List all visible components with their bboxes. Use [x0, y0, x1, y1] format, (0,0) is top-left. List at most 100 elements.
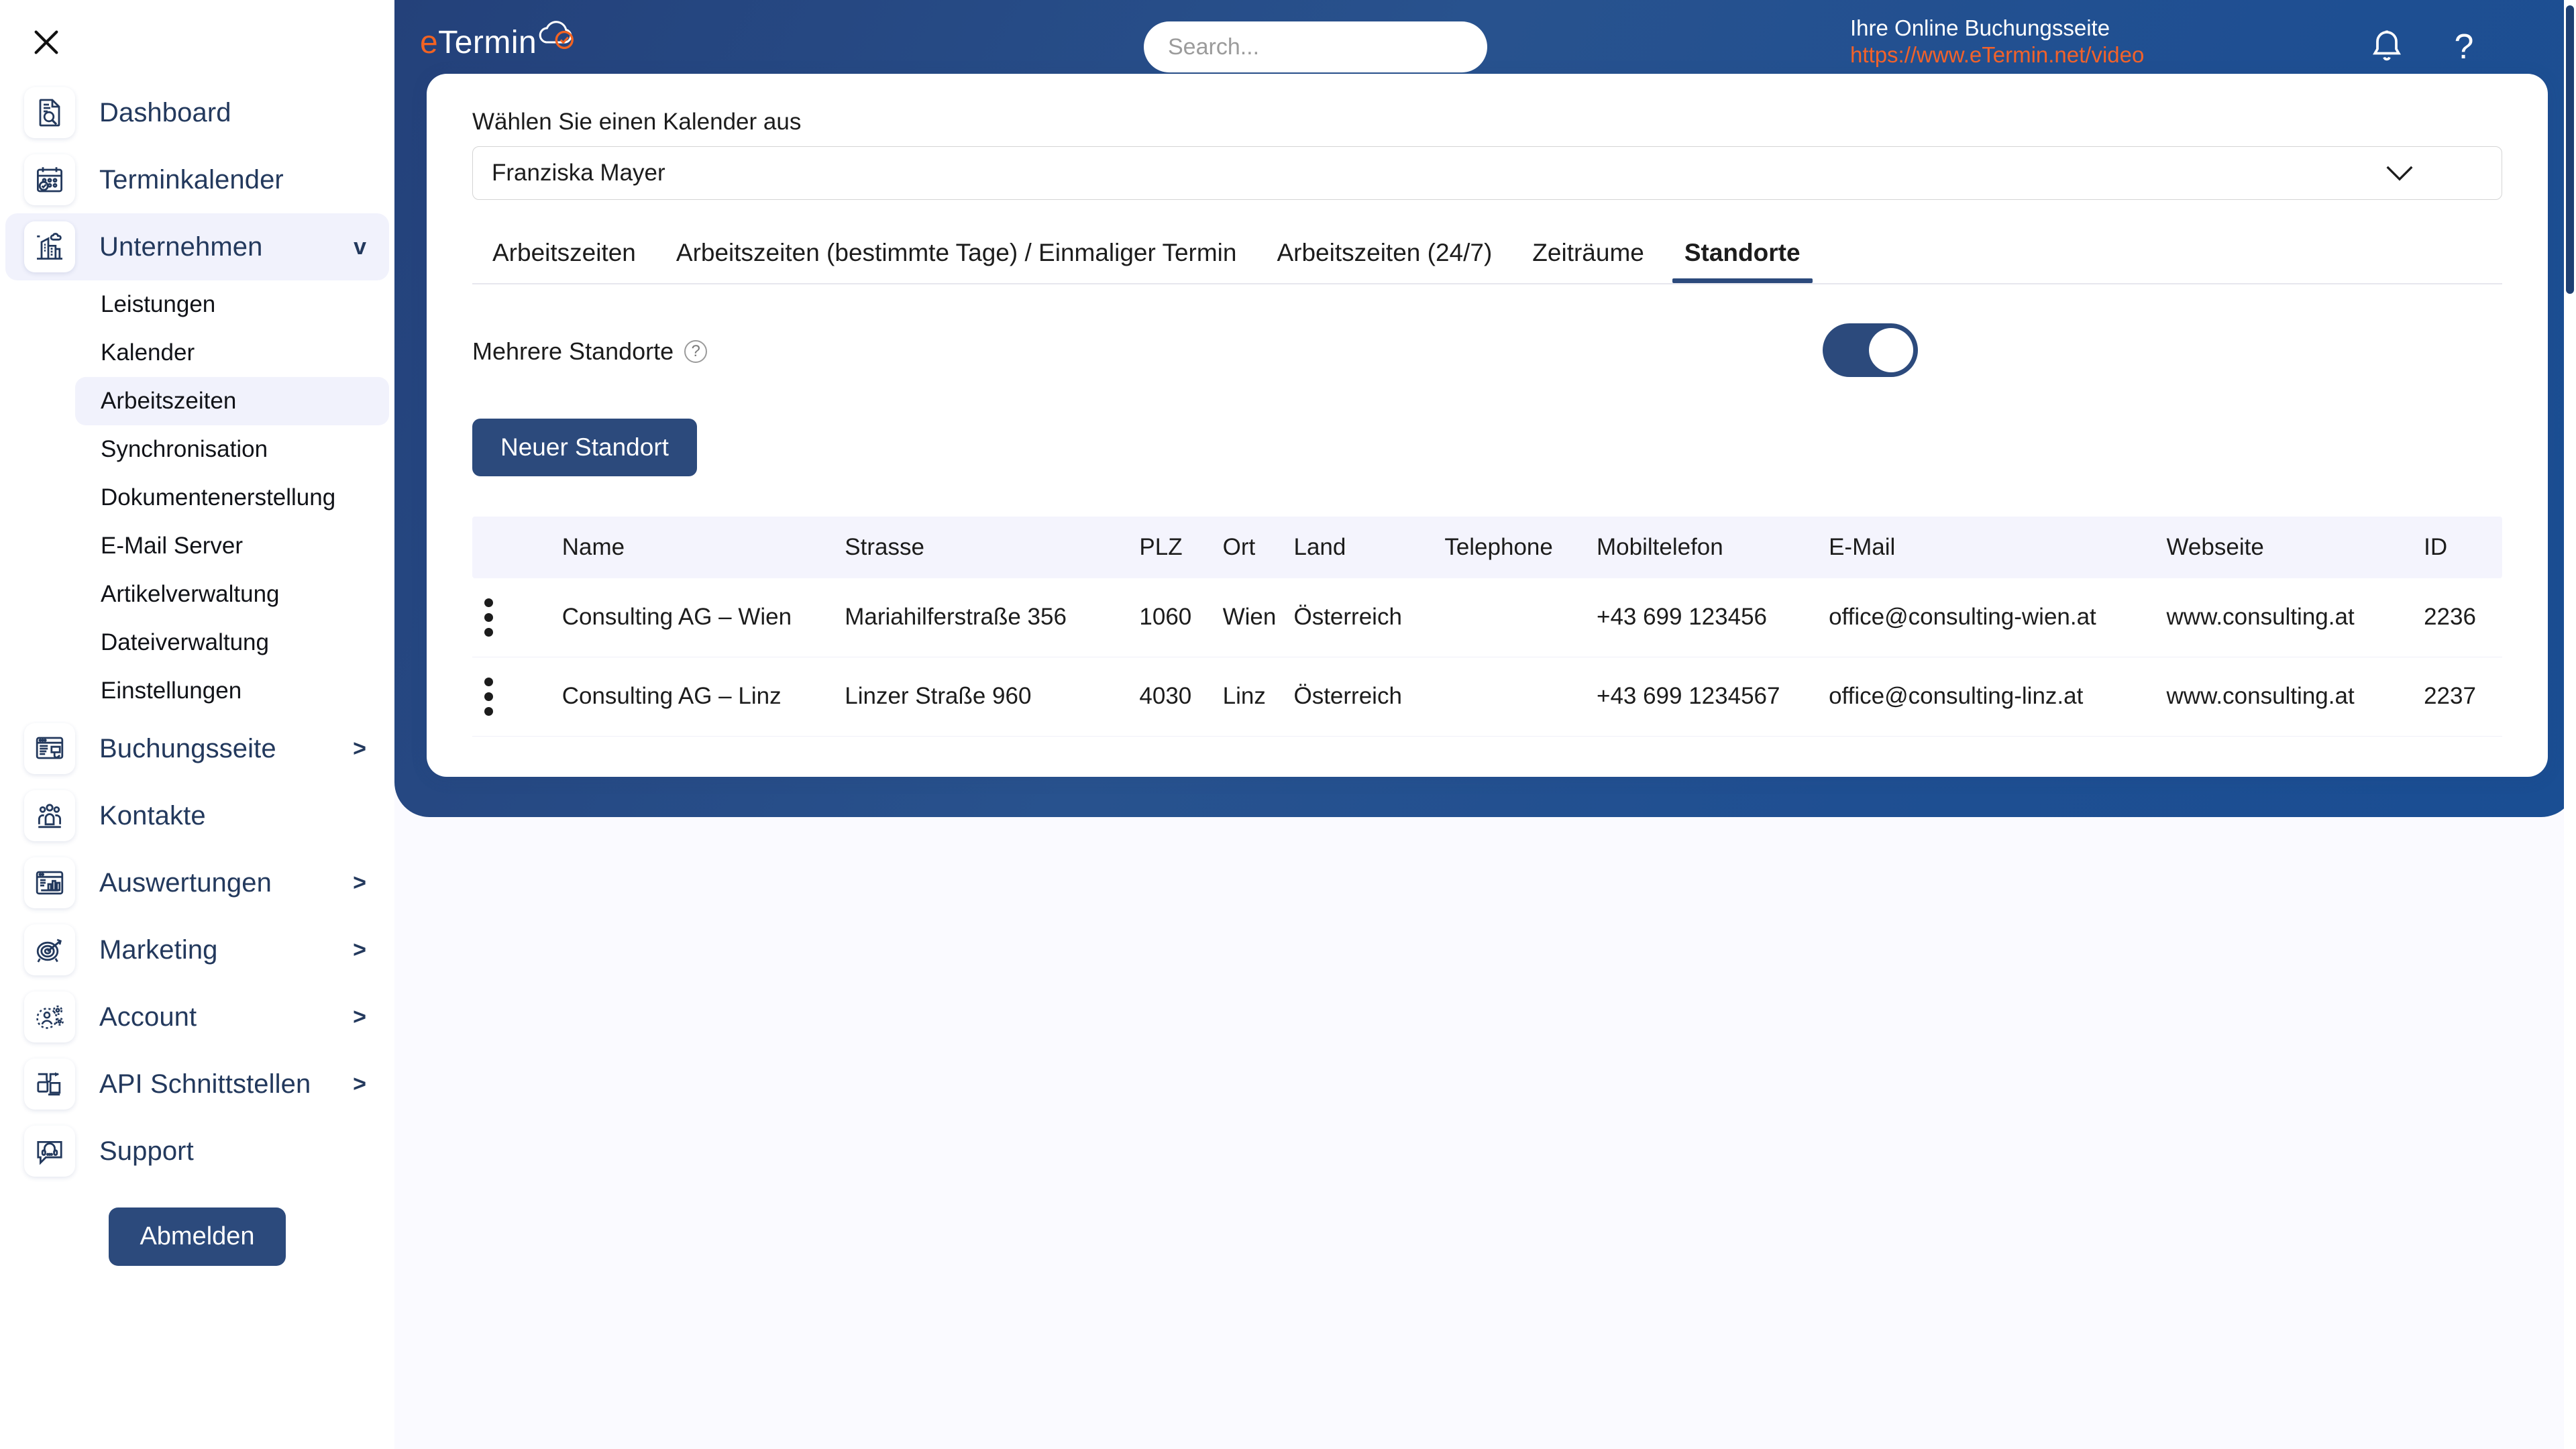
vertical-scrollbar[interactable]: [2564, 0, 2576, 1449]
scrollbar-thumb[interactable]: [2566, 5, 2574, 294]
sidebar-item-terminkalender[interactable]: Terminkalender: [5, 146, 389, 213]
sidebar-subitem-synchronisation[interactable]: Synchronisation: [75, 425, 389, 474]
sidebar-subitem-label: Einstellungen: [101, 678, 242, 704]
table-header-row: Name Strasse PLZ Ort Land Telephone Mobi…: [472, 516, 2502, 578]
kebab-menu-icon[interactable]: [484, 598, 494, 637]
calendar-select[interactable]: Franziska Mayer: [472, 146, 2502, 200]
help-glyph: ?: [2454, 28, 2474, 66]
analytics-chart-icon: [24, 857, 75, 908]
sidebar-subitem-label: E-Mail Server: [101, 533, 243, 559]
col-header-email[interactable]: E-Mail: [1829, 516, 2167, 578]
search-input[interactable]: [1144, 21, 1487, 72]
sidebar: Dashboard Terminkalender Unternehmen v L…: [0, 0, 394, 1449]
chevron-right-icon: >: [353, 1004, 366, 1030]
cell-email: office@consulting-linz.at: [1829, 657, 2167, 737]
close-x-icon[interactable]: [20, 16, 72, 68]
cell-telephone: [1444, 578, 1597, 657]
cell-strasse: Mariahilferstraße 356: [845, 578, 1140, 657]
multi-location-label-group: Mehrere Standorte ?: [472, 337, 708, 366]
sidebar-item-unternehmen[interactable]: Unternehmen v: [5, 213, 389, 280]
tab-bar-divider: [472, 283, 2502, 284]
tab-arbeitszeiten-24-7[interactable]: Arbeitszeiten (24/7): [1256, 239, 1512, 283]
sidebar-subitem-label: Artikelverwaltung: [101, 581, 280, 607]
cell-id: 2236: [2424, 578, 2502, 657]
booking-page-title: Ihre Online Buchungsseite: [1850, 15, 2110, 40]
col-header-telephone[interactable]: Telephone: [1444, 516, 1597, 578]
sidebar-item-label: Account: [99, 1002, 197, 1032]
sidebar-subitem-label: Leistungen: [101, 291, 216, 317]
table-body: Consulting AG – Wien Mariahilferstraße 3…: [472, 578, 2502, 737]
col-header-land[interactable]: Land: [1293, 516, 1445, 578]
notification-bell-icon[interactable]: [2367, 25, 2407, 68]
sidebar-item-label: Auswertungen: [99, 867, 272, 898]
brand-logo[interactable]: eTermin: [420, 15, 588, 71]
tab-bar: Arbeitszeiten Arbeitszeiten (bestimmte T…: [472, 239, 2502, 283]
cell-mobiltelefon: +43 699 123456: [1597, 578, 1829, 657]
chevron-right-icon: >: [353, 1071, 366, 1097]
sidebar-item-dashboard[interactable]: Dashboard: [5, 79, 389, 146]
col-header-mobiltelefon[interactable]: Mobiltelefon: [1597, 516, 1829, 578]
chevron-right-icon: >: [353, 870, 366, 896]
sidebar-item-label: Dashboard: [99, 97, 231, 127]
tab-standorte[interactable]: Standorte: [1664, 239, 1821, 283]
sidebar-subitem-arbeitszeiten[interactable]: Arbeitszeiten: [75, 377, 389, 425]
sidebar-item-api-schnittstellen[interactable]: API Schnittstellen >: [5, 1051, 389, 1118]
new-location-button[interactable]: Neuer Standort: [472, 418, 697, 476]
col-header-strasse[interactable]: Strasse: [845, 516, 1140, 578]
chevron-right-icon: >: [353, 736, 366, 761]
sidebar-subitem-label: Dokumentenerstellung: [101, 484, 336, 511]
table-row[interactable]: Consulting AG – Wien Mariahilferstraße 3…: [472, 578, 2502, 657]
question-mark-icon[interactable]: ?: [2444, 25, 2484, 68]
sidebar-item-account[interactable]: Account >: [5, 983, 389, 1051]
sidebar-subitem-einstellungen[interactable]: Einstellungen: [75, 667, 389, 715]
cell-email: office@consulting-wien.at: [1829, 578, 2167, 657]
sidebar-subitem-dokumentenerstellung[interactable]: Dokumentenerstellung: [75, 474, 389, 522]
sidebar-item-auswertungen[interactable]: Auswertungen >: [5, 849, 389, 916]
col-header-ort[interactable]: Ort: [1222, 516, 1294, 578]
sidebar-item-buchungsseite[interactable]: Buchungsseite >: [5, 715, 389, 782]
main-region: eTermin Ihre Online Buchungsseite https:…: [394, 0, 2576, 1449]
tab-arbeitszeiten-bestimmte-tage[interactable]: Arbeitszeiten (bestimmte Tage) / Einmali…: [656, 239, 1257, 283]
sidebar-item-support[interactable]: Support: [5, 1118, 389, 1185]
booking-page-url[interactable]: https://www.eTermin.net/video: [1850, 42, 2144, 68]
brand-prefix: e: [420, 25, 439, 60]
col-header-plz[interactable]: PLZ: [1139, 516, 1223, 578]
sidebar-item-kontakte[interactable]: Kontakte: [5, 782, 389, 849]
cell-telephone: [1444, 657, 1597, 737]
col-header-name[interactable]: Name: [561, 516, 845, 578]
sidebar-nav: Dashboard Terminkalender Unternehmen v L…: [0, 79, 394, 1185]
sidebar-subitem-kalender[interactable]: Kalender: [75, 329, 389, 377]
sidebar-item-marketing[interactable]: Marketing >: [5, 916, 389, 983]
chevron-down-icon: v: [354, 234, 366, 260]
logout-button[interactable]: Abmelden: [109, 1208, 286, 1266]
sidebar-subitem-artikelverwaltung[interactable]: Artikelverwaltung: [75, 570, 389, 619]
tab-arbeitszeiten[interactable]: Arbeitszeiten: [472, 239, 656, 283]
sidebar-subitem-email-server[interactable]: E-Mail Server: [75, 522, 389, 570]
target-dart-icon: [24, 924, 75, 975]
help-circle-icon[interactable]: ?: [684, 339, 708, 363]
company-building-icon: [24, 221, 75, 272]
sidebar-subitem-label: Synchronisation: [101, 436, 268, 462]
kebab-menu-icon[interactable]: [484, 677, 494, 716]
cell-webseite: www.consulting.at: [2166, 578, 2424, 657]
tab-zeitraeume[interactable]: Zeiträume: [1512, 239, 1664, 283]
row-menu-cell: [472, 657, 562, 737]
row-menu-cell: [472, 578, 562, 657]
multi-location-row: Mehrere Standorte ?: [472, 321, 2502, 382]
sidebar-subitem-leistungen[interactable]: Leistungen: [75, 280, 389, 329]
booking-page-block: Ihre Online Buchungsseite https://www.eT…: [1850, 15, 2144, 69]
col-header-webseite[interactable]: Webseite: [2166, 516, 2424, 578]
multi-location-toggle[interactable]: [1823, 323, 1918, 377]
calendar-check-icon: [24, 154, 75, 205]
sidebar-item-label: Support: [99, 1136, 194, 1166]
col-header-id[interactable]: ID: [2424, 516, 2502, 578]
cell-strasse: Linzer Straße 960: [845, 657, 1140, 737]
brand-wordmark: eTermin: [420, 24, 537, 61]
locations-table: Name Strasse PLZ Ort Land Telephone Mobi…: [472, 516, 2502, 737]
table-row[interactable]: Consulting AG – Linz Linzer Straße 960 4…: [472, 657, 2502, 737]
table-header: Name Strasse PLZ Ort Land Telephone Mobi…: [472, 516, 2502, 578]
cell-webseite: www.consulting.at: [2166, 657, 2424, 737]
sidebar-subitem-dateiverwaltung[interactable]: Dateiverwaltung: [75, 619, 389, 667]
logout-wrapper: Abmelden: [0, 1208, 394, 1266]
cloud-check-icon: [539, 21, 574, 50]
